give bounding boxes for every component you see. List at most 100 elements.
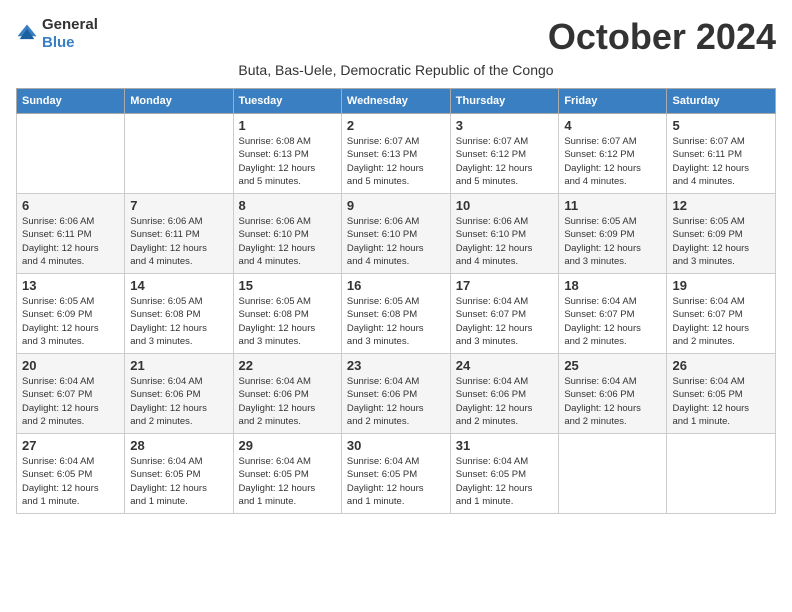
calendar-cell: 1Sunrise: 6:08 AM Sunset: 6:13 PM Daylig…: [233, 114, 341, 194]
day-info: Sunrise: 6:05 AM Sunset: 6:09 PM Dayligh…: [22, 295, 119, 348]
calendar-week-row: 6 Sunrise: 6:06 AM Sunset: 6:11 PM Daylig…: [17, 194, 776, 274]
day-number: 15: [239, 278, 336, 293]
day-info: Sunrise: 6:04 AM Sunset: 6:05 PM Dayligh…: [456, 455, 554, 508]
day-header-saturday: Saturday: [667, 89, 776, 114]
day-info: Sunrise: 6:04 AM Sunset: 6:07 PM Dayligh…: [564, 295, 661, 348]
day-info: Sunrise: 6:04 AM Sunset: 6:05 PM Dayligh…: [672, 375, 770, 428]
day-info: Sunrise: 6:05 AM Sunset: 6:08 PM Dayligh…: [239, 295, 336, 348]
day-number: 28: [130, 438, 227, 453]
day-number: 10: [456, 198, 554, 213]
day-info: Sunrise: 6:05 AM Sunset: 6:09 PM Dayligh…: [672, 215, 770, 268]
day-number: 23: [347, 358, 445, 373]
calendar-cell: 18Sunrise: 6:04 AM Sunset: 6:07 PM Dayli…: [559, 274, 667, 354]
calendar-cell: [559, 434, 667, 514]
day-info: Sunrise: 6:06 AM Sunset: 6:10 PM Dayligh…: [239, 215, 336, 268]
day-info: Sunrise: 6:07 AM Sunset: 6:13 PM Dayligh…: [347, 135, 445, 188]
day-info: Sunrise: 6:04 AM Sunset: 6:06 PM Dayligh…: [347, 375, 445, 428]
day-info: Sunrise: 6:07 AM Sunset: 6:12 PM Dayligh…: [456, 135, 554, 188]
calendar-cell: 4 Sunrise: 6:07 AM Sunset: 6:12 PM Daylig…: [559, 114, 667, 194]
day-number: 3: [456, 118, 554, 133]
day-info: Sunrise: 6:05 AM Sunset: 6:08 PM Dayligh…: [130, 295, 227, 348]
day-info: Sunrise: 6:04 AM Sunset: 6:07 PM Dayligh…: [672, 295, 770, 348]
day-header-sunday: Sunday: [17, 89, 125, 114]
day-number: 6: [22, 198, 119, 213]
calendar-cell: 3 Sunrise: 6:07 AM Sunset: 6:12 PM Daylig…: [450, 114, 559, 194]
calendar-cell: 9 Sunrise: 6:06 AM Sunset: 6:10 PM Daylig…: [341, 194, 450, 274]
day-number: 11: [564, 198, 661, 213]
month-title: October 2024: [548, 16, 776, 58]
calendar-body: 1Sunrise: 6:08 AM Sunset: 6:13 PM Daylig…: [17, 114, 776, 514]
day-info: Sunrise: 6:05 AM Sunset: 6:08 PM Dayligh…: [347, 295, 445, 348]
day-info: Sunrise: 6:07 AM Sunset: 6:12 PM Dayligh…: [564, 135, 661, 188]
calendar-week-row: 27Sunrise: 6:04 AM Sunset: 6:05 PM Dayli…: [17, 434, 776, 514]
calendar-cell: 20Sunrise: 6:04 AM Sunset: 6:07 PM Dayli…: [17, 354, 125, 434]
calendar-week-row: 20Sunrise: 6:04 AM Sunset: 6:07 PM Dayli…: [17, 354, 776, 434]
calendar-cell: 28 Sunrise: 6:04 AM Sunset: 6:05 PM Dayli…: [125, 434, 233, 514]
calendar-header-row: SundayMondayTuesdayWednesdayThursdayFrid…: [17, 89, 776, 114]
calendar-cell: 24 Sunrise: 6:04 AM Sunset: 6:06 PM Dayli…: [450, 354, 559, 434]
day-header-tuesday: Tuesday: [233, 89, 341, 114]
calendar-cell: 21 Sunrise: 6:04 AM Sunset: 6:06 PM Dayli…: [125, 354, 233, 434]
calendar-cell: [17, 114, 125, 194]
calendar-table: SundayMondayTuesdayWednesdayThursdayFrid…: [16, 88, 776, 514]
day-info: Sunrise: 6:04 AM Sunset: 6:05 PM Dayligh…: [239, 455, 336, 508]
calendar-cell: 17 Sunrise: 6:04 AM Sunset: 6:07 PM Dayli…: [450, 274, 559, 354]
day-number: 12: [672, 198, 770, 213]
day-info: Sunrise: 6:06 AM Sunset: 6:10 PM Dayligh…: [347, 215, 445, 268]
day-info: Sunrise: 6:05 AM Sunset: 6:09 PM Dayligh…: [564, 215, 661, 268]
day-number: 29: [239, 438, 336, 453]
day-number: 30: [347, 438, 445, 453]
day-info: Sunrise: 6:04 AM Sunset: 6:06 PM Dayligh…: [239, 375, 336, 428]
day-number: 21: [130, 358, 227, 373]
calendar-cell: 7Sunrise: 6:06 AM Sunset: 6:11 PM Daylig…: [125, 194, 233, 274]
calendar-cell: 25Sunrise: 6:04 AM Sunset: 6:06 PM Dayli…: [559, 354, 667, 434]
calendar-cell: 8 Sunrise: 6:06 AM Sunset: 6:10 PM Daylig…: [233, 194, 341, 274]
calendar-cell: 14Sunrise: 6:05 AM Sunset: 6:08 PM Dayli…: [125, 274, 233, 354]
calendar-cell: 16Sunrise: 6:05 AM Sunset: 6:08 PM Dayli…: [341, 274, 450, 354]
day-number: 19: [672, 278, 770, 293]
day-number: 13: [22, 278, 119, 293]
day-info: Sunrise: 6:06 AM Sunset: 6:11 PM Dayligh…: [22, 215, 119, 268]
calendar-week-row: 1Sunrise: 6:08 AM Sunset: 6:13 PM Daylig…: [17, 114, 776, 194]
calendar-cell: 22 Sunrise: 6:04 AM Sunset: 6:06 PM Dayli…: [233, 354, 341, 434]
day-info: Sunrise: 6:07 AM Sunset: 6:11 PM Dayligh…: [672, 135, 770, 188]
day-number: 31: [456, 438, 554, 453]
day-number: 4: [564, 118, 661, 133]
calendar-cell: 2 Sunrise: 6:07 AM Sunset: 6:13 PM Daylig…: [341, 114, 450, 194]
calendar-cell: 27Sunrise: 6:04 AM Sunset: 6:05 PM Dayli…: [17, 434, 125, 514]
calendar-cell: [125, 114, 233, 194]
calendar-week-row: 13 Sunrise: 6:05 AM Sunset: 6:09 PM Dayli…: [17, 274, 776, 354]
day-info: Sunrise: 6:06 AM Sunset: 6:10 PM Dayligh…: [456, 215, 554, 268]
location-title: Buta, Bas-Uele, Democratic Republic of t…: [16, 62, 776, 78]
day-header-monday: Monday: [125, 89, 233, 114]
day-info: Sunrise: 6:06 AM Sunset: 6:11 PM Dayligh…: [130, 215, 227, 268]
day-number: 25: [564, 358, 661, 373]
day-info: Sunrise: 6:04 AM Sunset: 6:06 PM Dayligh…: [130, 375, 227, 428]
day-number: 9: [347, 198, 445, 213]
day-number: 26: [672, 358, 770, 373]
day-info: Sunrise: 6:04 AM Sunset: 6:07 PM Dayligh…: [22, 375, 119, 428]
logo-general: General: [42, 16, 98, 33]
day-info: Sunrise: 6:04 AM Sunset: 6:06 PM Dayligh…: [456, 375, 554, 428]
calendar-cell: 31 Sunrise: 6:04 AM Sunset: 6:05 PM Dayli…: [450, 434, 559, 514]
calendar-cell: 12 Sunrise: 6:05 AM Sunset: 6:09 PM Dayli…: [667, 194, 776, 274]
day-info: Sunrise: 6:04 AM Sunset: 6:05 PM Dayligh…: [130, 455, 227, 508]
logo-blue: Blue: [42, 34, 75, 51]
day-number: 17: [456, 278, 554, 293]
day-number: 22: [239, 358, 336, 373]
day-number: 8: [239, 198, 336, 213]
day-header-thursday: Thursday: [450, 89, 559, 114]
calendar-cell: 11 Sunrise: 6:05 AM Sunset: 6:09 PM Dayli…: [559, 194, 667, 274]
logo-icon: [16, 23, 38, 45]
day-number: 24: [456, 358, 554, 373]
calendar-cell: 5 Sunrise: 6:07 AM Sunset: 6:11 PM Daylig…: [667, 114, 776, 194]
calendar-cell: 13 Sunrise: 6:05 AM Sunset: 6:09 PM Dayli…: [17, 274, 125, 354]
calendar-cell: [667, 434, 776, 514]
day-number: 2: [347, 118, 445, 133]
day-number: 5: [672, 118, 770, 133]
day-info: Sunrise: 6:08 AM Sunset: 6:13 PM Dayligh…: [239, 135, 336, 188]
calendar-cell: 15 Sunrise: 6:05 AM Sunset: 6:08 PM Dayli…: [233, 274, 341, 354]
day-info: Sunrise: 6:04 AM Sunset: 6:07 PM Dayligh…: [456, 295, 554, 348]
calendar-cell: 30Sunrise: 6:04 AM Sunset: 6:05 PM Dayli…: [341, 434, 450, 514]
logo-text: General Blue: [42, 16, 98, 52]
